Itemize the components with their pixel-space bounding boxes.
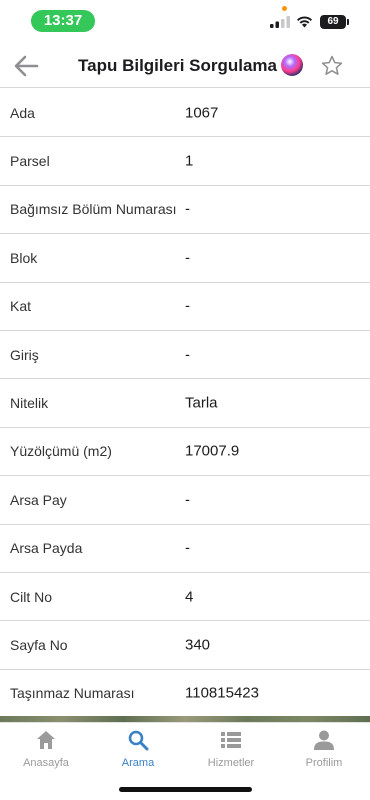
row-label: Taşınmaz Numarası [10,685,135,702]
list-icon [221,732,241,748]
row-label: Yüzölçümü (m2) [10,443,112,460]
tab-label: Profilim [305,757,343,769]
row-label: Nitelik [10,395,49,412]
back-arrow-icon[interactable] [13,54,39,78]
table-row: Taşınmaz Numarası 110815423 [0,670,370,719]
row-value: - [185,297,190,315]
row-value: 4 [185,588,194,606]
table-row: Arsa Payda - [0,525,370,573]
table-row: Yüzölçümü (m2) 17007.9 [0,428,370,477]
nav-bar: Tapu Bilgileri Sorgulama [0,44,370,88]
row-label: Ada [10,104,35,121]
row-label: Blok [10,249,38,266]
tab-label: Anasayfa [23,757,69,769]
wifi-icon [297,16,312,28]
row-value: - [185,200,190,218]
row-label: Kat [10,298,32,315]
tab-label: Arama [121,757,155,769]
tab-arama[interactable]: Arama [92,729,184,779]
privacy-indicator-dot [282,6,287,11]
row-value: 1067 [185,104,219,122]
table-row: Arsa Pay - [0,476,370,525]
cellular-signal-icon [270,16,290,28]
home-indicator [119,787,252,792]
table-row: Ada 1067 [0,89,370,138]
table-row: Sayfa No 340 [0,621,370,670]
table-row: Cilt No 4 [0,573,370,622]
status-bar: 13:37 69 [0,0,370,44]
row-value: - [185,539,190,557]
home-icon [37,731,55,749]
row-label: Bağımsız Bölüm Numarası [10,201,177,218]
row-value: - [185,249,190,267]
siri-icon[interactable] [281,54,303,76]
person-icon [314,730,334,750]
battery-tip [347,19,349,25]
row-label: Arsa Pay [10,491,67,508]
page-title: Tapu Bilgileri Sorgulama [78,56,277,75]
row-label: Sayfa No [10,636,68,653]
table-row: Blok - [0,234,370,283]
row-value: - [185,346,190,364]
search-icon [128,730,149,751]
table-row: Giriş - [0,331,370,380]
star-icon[interactable] [320,54,344,78]
row-label: Cilt No [10,588,53,605]
row-value: 110815423 [185,684,259,702]
row-value: 1 [185,152,194,170]
status-time: 13:37 [31,10,95,32]
property-details-table: Ada 1067 Parsel 1 Bağımsız Bölüm Numarası - Bl… [0,89,370,719]
row-label: Giriş [10,346,39,363]
table-row: Parsel 1 [0,137,370,186]
tab-profilim[interactable]: Profilim [278,729,370,779]
row-value: 340 [185,636,211,654]
battery-icon: 69 [320,15,346,29]
table-row: Kat - [0,283,370,331]
table-row: Nitelik Tarla [0,379,370,428]
tab-label: Hizmetler [207,757,255,769]
table-row: Bağımsız Bölüm Numarası - [0,186,370,235]
tab-anasayfa[interactable]: Anasayfa [0,729,92,779]
row-value: Tarla [185,394,218,412]
row-label: Arsa Payda [10,540,83,557]
row-label: Parsel [10,153,50,170]
tab-hizmetler[interactable]: Hizmetler [185,729,277,779]
row-value: 17007.9 [185,442,240,460]
row-value: - [185,491,190,509]
